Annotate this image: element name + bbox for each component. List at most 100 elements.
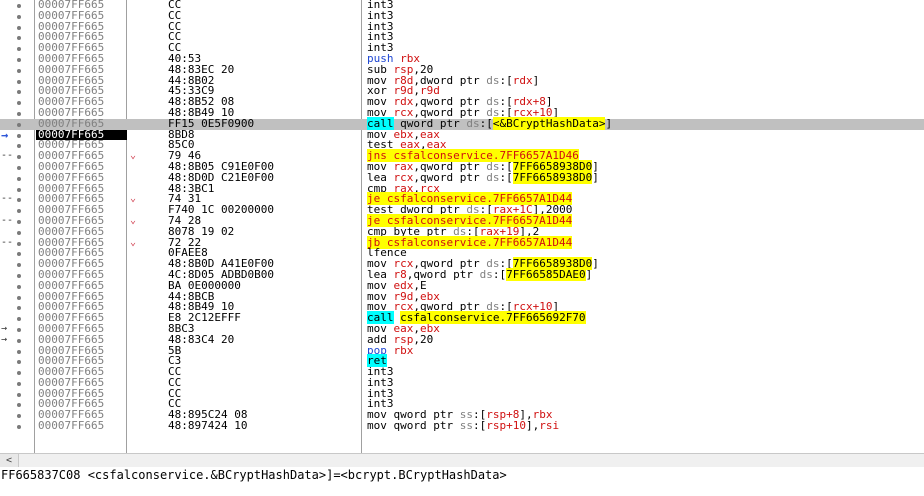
disasm-row[interactable]: 00007FF665 CC int3 xyxy=(0,377,924,389)
breakpoint-gutter[interactable] xyxy=(0,302,30,313)
breakpoint-gutter[interactable] xyxy=(0,86,30,97)
breakpoint-dot-icon[interactable] xyxy=(17,68,21,73)
disassembly-listing[interactable]: 00007FF665 CC int3 00007FF665 CC int3 00007FF6… xyxy=(0,0,924,453)
breakpoint-dot-icon[interactable] xyxy=(17,414,21,419)
disasm-row[interactable]: → 00007FF665 8BC3 mov eax,ebx xyxy=(0,323,924,335)
breakpoint-gutter[interactable] xyxy=(0,292,30,303)
breakpoint-dot-icon[interactable] xyxy=(17,295,21,300)
breakpoint-dot-icon[interactable] xyxy=(17,165,21,170)
breakpoint-gutter[interactable] xyxy=(0,22,30,33)
breakpoint-dot-icon[interactable] xyxy=(17,90,21,95)
breakpoint-dot-icon[interactable] xyxy=(17,144,21,149)
disasm-row[interactable]: 00007FF665 CC int3 xyxy=(0,10,924,22)
horizontal-scrollbar[interactable]: < xyxy=(0,453,924,468)
disasm-row[interactable]: 00007FF665 40:53 push rbx xyxy=(0,53,924,65)
breakpoint-dot-icon[interactable] xyxy=(17,36,21,41)
disasm-row[interactable]: 00007FF665 44:8B02 mov r8d,dword ptr ds:[r… xyxy=(0,75,924,87)
breakpoint-dot-icon[interactable] xyxy=(17,425,21,430)
breakpoint-gutter[interactable] xyxy=(0,281,30,292)
breakpoint-dot-icon[interactable] xyxy=(17,381,21,386)
breakpoint-gutter[interactable] xyxy=(0,346,30,357)
breakpoint-gutter[interactable] xyxy=(0,356,30,367)
breakpoint-gutter[interactable]: -- xyxy=(0,194,30,205)
breakpoint-gutter[interactable] xyxy=(0,367,30,378)
disasm-row[interactable]: 00007FF665 CC int3 xyxy=(0,31,924,43)
breakpoint-gutter[interactable] xyxy=(0,11,30,22)
breakpoint-dot-icon[interactable] xyxy=(17,371,21,376)
disasm-row[interactable]: 00007FF665 FF15 0E5F0900 call qword ptr ds… xyxy=(0,116,924,130)
breakpoint-gutter[interactable] xyxy=(0,173,30,184)
breakpoint-dot-icon[interactable] xyxy=(17,133,21,138)
disasm-row[interactable]: 00007FF665 48:8D0D C21E0F00 lea rcx,qword … xyxy=(0,170,924,184)
disasm-row[interactable]: 00007FF665 CC int3 xyxy=(0,388,924,400)
breakpoint-gutter[interactable] xyxy=(0,108,30,119)
breakpoint-dot-icon[interactable] xyxy=(17,25,21,30)
breakpoint-dot-icon[interactable] xyxy=(17,230,21,235)
breakpoint-gutter[interactable] xyxy=(0,270,30,281)
breakpoint-gutter[interactable] xyxy=(0,389,30,400)
breakpoint-gutter[interactable] xyxy=(0,410,30,421)
breakpoint-gutter[interactable] xyxy=(0,32,30,43)
breakpoint-dot-icon[interactable] xyxy=(17,273,21,278)
disasm-row[interactable]: 00007FF665 CC int3 xyxy=(0,366,924,378)
breakpoint-dot-icon[interactable] xyxy=(17,187,21,192)
breakpoint-dot-icon[interactable] xyxy=(17,111,21,116)
breakpoint-dot-icon[interactable] xyxy=(17,209,21,214)
breakpoint-gutter[interactable] xyxy=(0,378,30,389)
disasm-row[interactable]: 00007FF665 CC int3 xyxy=(0,42,924,54)
breakpoint-dot-icon[interactable] xyxy=(17,4,21,8)
disasm-row[interactable]: 00007FF665 5B pop rbx xyxy=(0,345,924,357)
breakpoint-gutter[interactable] xyxy=(0,421,30,432)
breakpoint-dot-icon[interactable] xyxy=(17,349,21,354)
breakpoint-dot-icon[interactable] xyxy=(17,317,21,322)
disasm-row[interactable]: 00007FF665 E8 2C12EFFF call csfalconservic… xyxy=(0,311,924,325)
breakpoint-dot-icon[interactable] xyxy=(17,392,21,397)
breakpoint-dot-icon[interactable] xyxy=(17,241,21,246)
breakpoint-dot-icon[interactable] xyxy=(17,403,21,408)
disasm-row[interactable]: 00007FF665 4C:8D05 ADBD0B00 lea r8,qword p… xyxy=(0,267,924,281)
breakpoint-dot-icon[interactable] xyxy=(17,198,21,203)
scroll-left-button[interactable]: < xyxy=(0,454,19,467)
breakpoint-gutter[interactable] xyxy=(0,399,30,410)
breakpoint-dot-icon[interactable] xyxy=(17,79,21,84)
breakpoint-gutter[interactable] xyxy=(0,259,30,270)
breakpoint-gutter[interactable] xyxy=(0,162,30,173)
breakpoint-dot-icon[interactable] xyxy=(17,306,21,311)
breakpoint-gutter[interactable] xyxy=(0,97,30,108)
disasm-row[interactable]: 00007FF665 C3 ret xyxy=(0,354,924,368)
breakpoint-gutter[interactable]: -- xyxy=(0,215,30,227)
breakpoint-dot-icon[interactable] xyxy=(17,327,21,332)
breakpoint-gutter[interactable] xyxy=(0,76,30,87)
breakpoint-dot-icon[interactable] xyxy=(17,176,21,181)
disasm-row[interactable]: 00007FF665 48:897424 10 mov qword ptr ss:[… xyxy=(0,420,924,432)
disasm-row[interactable]: 00007FF665 CC int3 xyxy=(0,0,924,11)
breakpoint-gutter[interactable] xyxy=(0,43,30,54)
disasm-row[interactable]: 00007FF665 CC int3 xyxy=(0,21,924,33)
breakpoint-gutter[interactable]: -- xyxy=(0,150,30,162)
breakpoint-dot-icon[interactable] xyxy=(17,101,21,106)
breakpoint-dot-icon[interactable] xyxy=(17,338,21,343)
breakpoint-dot-icon[interactable] xyxy=(17,252,21,257)
breakpoint-gutter[interactable]: → xyxy=(0,129,30,140)
breakpoint-dot-icon[interactable] xyxy=(17,284,21,289)
breakpoint-gutter[interactable] xyxy=(0,248,30,259)
disasm-row[interactable]: 00007FF665 BA 0E000000 mov edx,E xyxy=(0,280,924,292)
disasm-row[interactable]: → 00007FF665 48:83C4 20 add rsp,20 xyxy=(0,334,924,346)
breakpoint-gutter[interactable]: → xyxy=(0,334,30,346)
breakpoint-gutter[interactable] xyxy=(0,65,30,76)
disasm-row[interactable]: → 00007FF665 8BD8 mov ebx,eax xyxy=(0,129,924,141)
breakpoint-dot-icon[interactable] xyxy=(17,47,21,52)
breakpoint-gutter[interactable] xyxy=(0,0,30,11)
breakpoint-dot-icon[interactable] xyxy=(17,155,21,160)
breakpoint-dot-icon[interactable] xyxy=(17,57,21,62)
breakpoint-dot-icon[interactable] xyxy=(17,14,21,19)
breakpoint-dot-icon[interactable] xyxy=(17,263,21,268)
breakpoint-dot-icon[interactable] xyxy=(17,219,21,224)
disasm-row[interactable]: -- 00007FF665 ⌄ 72 22 jb csfalconservice.7FF… xyxy=(0,235,924,249)
breakpoint-gutter[interactable] xyxy=(0,54,30,65)
address-cell: 00007FF665 xyxy=(38,118,105,130)
breakpoint-gutter[interactable]: -- xyxy=(0,237,30,249)
breakpoint-dot-icon[interactable] xyxy=(17,122,21,127)
breakpoint-gutter[interactable] xyxy=(0,227,30,238)
breakpoint-dot-icon[interactable] xyxy=(17,360,21,365)
